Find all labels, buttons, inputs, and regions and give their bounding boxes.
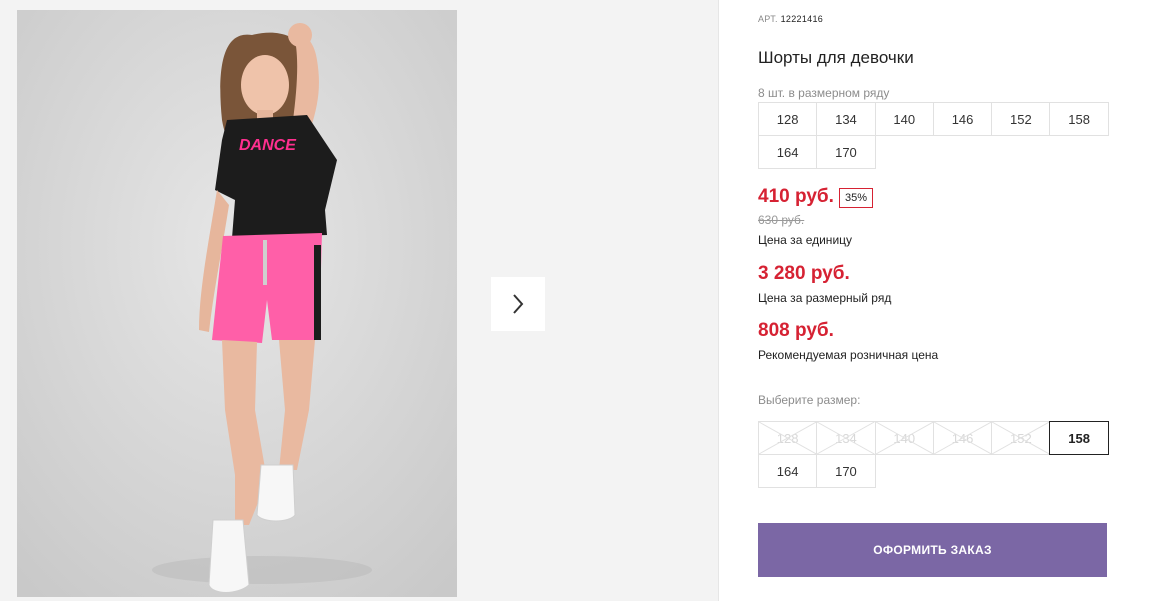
strike-icon [933,422,992,454]
discount-badge: 35% [839,188,874,208]
sku-value: 12221416 [780,14,824,24]
pack-size-cell: 128 [758,102,818,136]
strike-icon [759,422,817,454]
size-option-label: 158 [1068,430,1090,446]
product-gallery: DANCE [0,0,718,601]
pack-size-cell: 134 [816,102,876,136]
size-option-152: 152 [991,421,1051,455]
sku-label: АРТ. [758,14,778,24]
rrp-label: Рекомендуемая розничная цена [758,348,939,362]
tshirt-print-text: DANCE [239,137,297,154]
product-photo: DANCE [17,10,457,597]
pack-price-label: Цена за размерный ряд [758,291,892,305]
size-selector: 128 134 140 146 152 158 164 170 [758,421,1114,488]
strike-icon [875,422,933,454]
panel-divider [718,0,719,601]
pack-size-cell: 158 [1049,102,1109,136]
order-button[interactable]: ОФОРМИТЬ ЗАКАЗ [758,523,1107,577]
size-option-146: 146 [932,421,993,455]
size-option-label: 170 [835,463,857,479]
unit-price-label: Цена за единицу [758,233,853,247]
unit-price: 410 руб. [758,186,834,207]
size-option-170[interactable]: 170 [816,454,876,488]
chevron-right-icon [513,294,524,314]
size-option-134: 134 [816,421,876,455]
rrp-price: 808 руб. [758,320,834,341]
pack-size-cell: 140 [874,102,934,136]
old-price: 630 руб. [758,213,805,227]
strike-icon [992,422,1050,454]
choose-size-label: Выберите размер: [758,393,861,407]
pack-size-cell: 152 [991,102,1051,136]
strike-icon [817,422,875,454]
product-title: Шорты для девочки [758,48,914,67]
size-option-label: 164 [776,463,799,479]
pack-note: 8 шт. в размерном ряду [758,86,890,100]
pack-size-cell: 146 [932,102,993,136]
size-option-128: 128 [758,421,818,455]
size-option-164[interactable]: 164 [758,454,818,488]
size-option-140: 140 [874,421,934,455]
pack-size-cell: 164 [758,135,818,169]
size-option-158[interactable]: 158 [1049,421,1109,455]
sku: АРТ. 12221416 [758,14,823,24]
gallery-next-button[interactable] [491,277,545,331]
pack-price: 3 280 руб. [758,263,850,284]
pack-size-cell: 170 [816,135,876,169]
product-photo-image: DANCE [17,10,457,597]
pack-sizes-grid: 128 134 140 146 152 158 164 170 [758,102,1114,169]
